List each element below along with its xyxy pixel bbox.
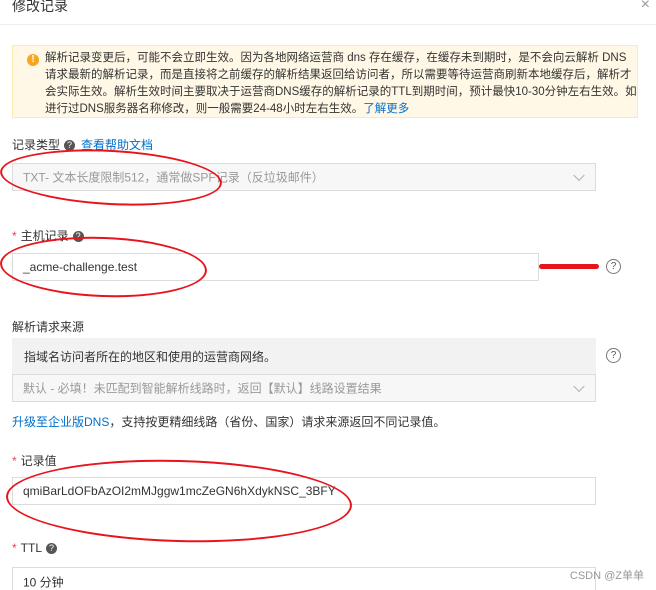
question-circle-icon[interactable]: ? <box>72 231 84 243</box>
notice-text-block: 解析记录变更后，可能不会立即生效。因为各地网络运营商 dns 存在缓存，在缓存未… <box>45 50 637 118</box>
learn-more-link[interactable]: 了解更多 <box>363 103 409 115</box>
required-mark: * <box>12 541 17 555</box>
dialog-title: 修改记录 <box>12 0 68 14</box>
question-circle-icon[interactable]: ? <box>606 348 621 363</box>
record-type-label: 记录类型 <box>12 138 61 152</box>
host-record-value: _acme-challenge.test <box>23 260 138 274</box>
notice-box: ! 解析记录变更后，可能不会立即生效。因为各地网络运营商 dns 存在缓存，在缓… <box>12 45 638 118</box>
ttl-value: 10 分钟 <box>23 575 64 590</box>
close-icon[interactable]: × <box>641 0 650 14</box>
record-value-input[interactable]: qmiBarLdOFbAzOI2mMJggw1mcZeGN6hXdykNSC_3… <box>12 477 596 505</box>
question-circle-icon[interactable]: ? <box>46 543 58 555</box>
ttl-label: TTL <box>20 541 43 555</box>
notice-text: 解析记录变更后，可能不会立即生效。因为各地网络运营商 dns 存在缓存，在缓存未… <box>45 52 637 115</box>
warning-circle-icon: ! <box>27 54 39 66</box>
upgrade-line: 升级至企业版DNS，支持按更精细线路（省份、国家）请求来源返回不同记录值。 <box>12 413 445 430</box>
required-mark: * <box>12 229 17 243</box>
record-type-select[interactable]: TXT- 文本长度限制512，通常做SPF记录（反垃圾邮件） <box>12 163 596 191</box>
host-record-label: 主机记录 <box>20 229 69 243</box>
help-doc-link[interactable]: 查看帮助文档 <box>81 138 153 152</box>
chevron-down-icon <box>573 169 585 182</box>
ttl-label-row: * TTL? <box>12 541 58 555</box>
resolve-source-info: 指域名访问者所在的地区和使用的运营商网络。 <box>24 350 277 364</box>
record-value-label-row: * 记录值 <box>12 452 57 469</box>
resolve-source-info-bar: 指域名访问者所在的地区和使用的运营商网络。 <box>12 338 596 374</box>
record-type-value: TXT- 文本长度限制512，通常做SPF记录（反垃圾邮件） <box>23 170 324 185</box>
resolve-line-select[interactable]: 默认 - 必填！未匹配到智能解析线路时，返回【默认】线路设置结果 <box>12 374 596 402</box>
dialog-header: 修改记录 × <box>0 0 656 25</box>
question-circle-icon[interactable]: ? <box>606 259 621 274</box>
required-mark: * <box>12 454 17 468</box>
watermark: CSDN @Z单单 <box>569 570 644 582</box>
redaction-mark <box>539 264 599 269</box>
chevron-down-icon <box>573 380 585 393</box>
record-value-text: qmiBarLdOFbAzOI2mMJggw1mcZeGN6hXdykNSC_3… <box>23 484 336 498</box>
ttl-select[interactable]: 10 分钟 <box>12 567 596 590</box>
host-record-input[interactable]: _acme-challenge.test <box>12 253 539 281</box>
resolve-source-label: 解析请求来源 <box>12 320 85 334</box>
record-value-label: 记录值 <box>20 454 57 468</box>
record-type-label-row: 记录类型? 查看帮助文档 <box>12 136 153 153</box>
modify-record-dialog: 修改记录 × ! 解析记录变更后，可能不会立即生效。因为各地网络运营商 dns … <box>0 0 656 590</box>
resolve-line-value: 默认 - 必填！未匹配到智能解析线路时，返回【默认】线路设置结果 <box>23 381 382 396</box>
upgrade-text: ，支持按更精细线路（省份、国家）请求来源返回不同记录值。 <box>109 415 446 429</box>
host-record-label-row: * 主机记录? <box>12 227 84 244</box>
upgrade-enterprise-link[interactable]: 升级至企业版DNS <box>12 415 109 429</box>
question-circle-icon[interactable]: ? <box>64 140 76 152</box>
